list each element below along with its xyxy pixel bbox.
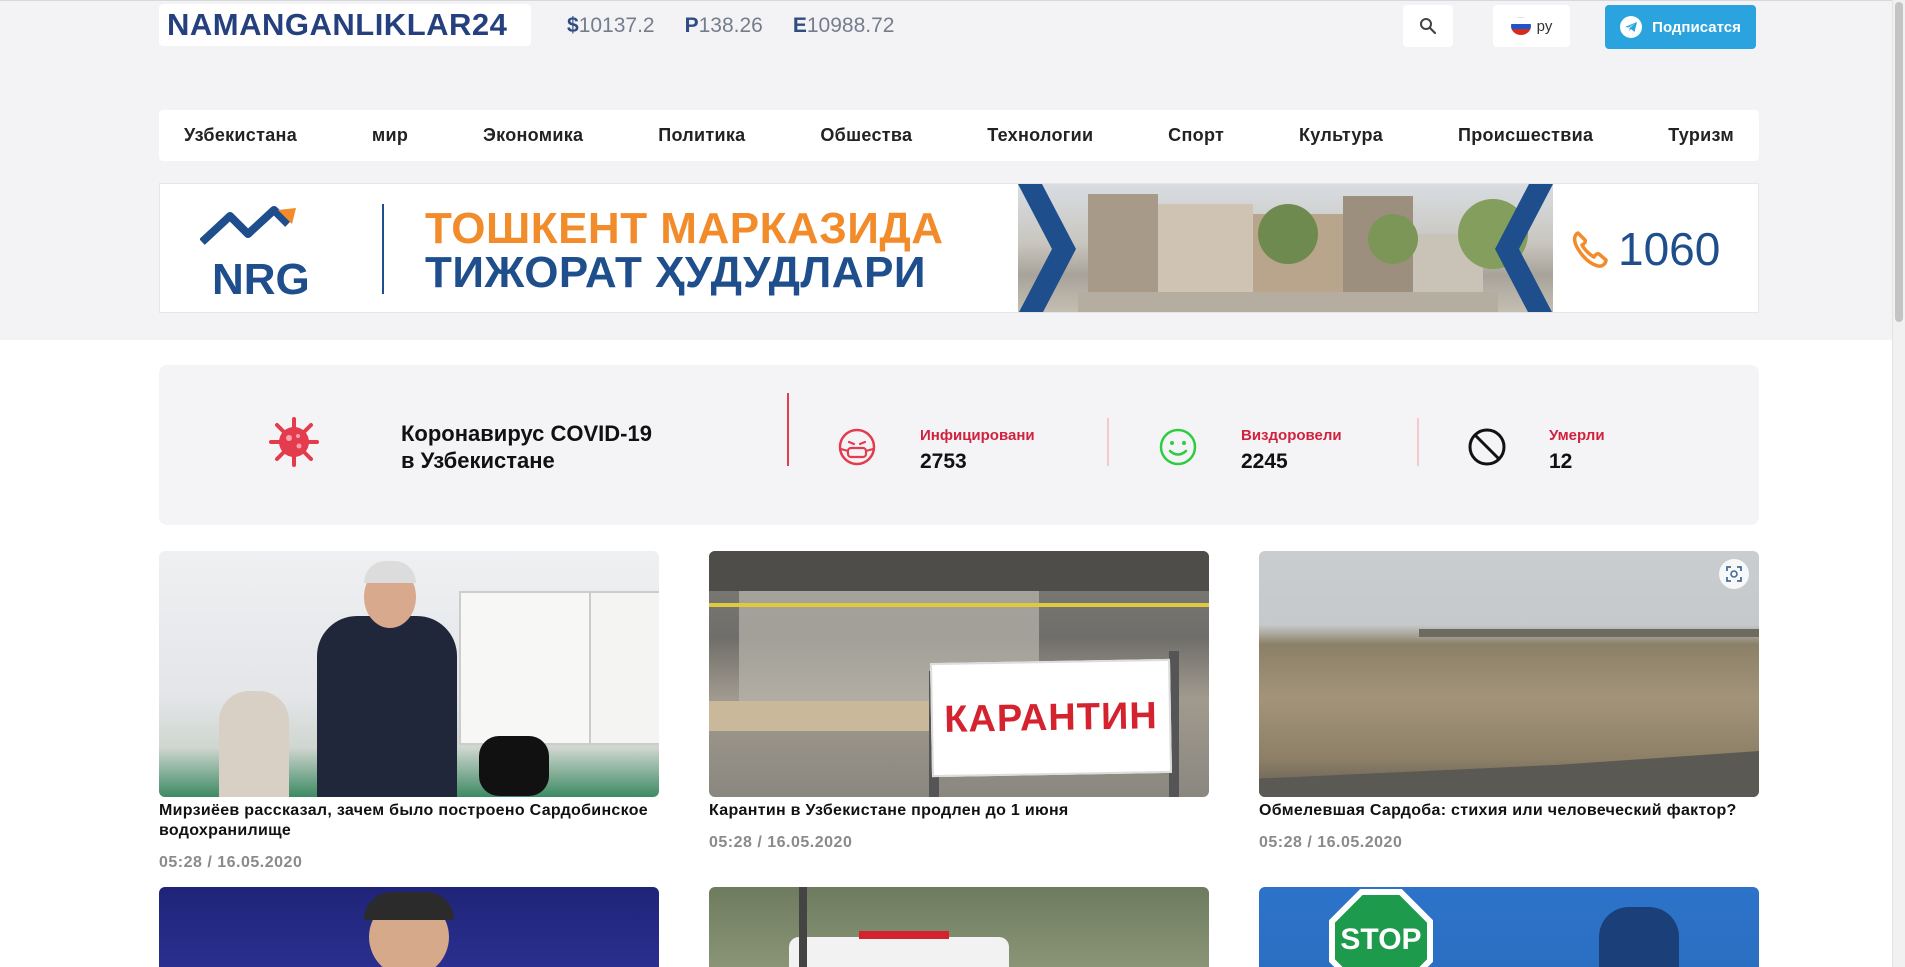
covid-divider: [1107, 418, 1109, 466]
banner-ad[interactable]: NRG ТОШКЕНТ МАРКАЗИДА ТИЖОРАТ ҲУДУДЛАРИ …: [159, 183, 1759, 313]
stat-label: Инфицировани: [920, 427, 1035, 444]
search-button[interactable]: [1403, 5, 1453, 47]
news-title[interactable]: Карантин в Узбекистане продлен до 1 июня: [709, 801, 1209, 821]
nrg-logo: NRG: [200, 206, 310, 299]
scrollbar-thumb[interactable]: [1895, 2, 1903, 322]
nrg-logo-text: NRG: [212, 255, 310, 299]
site-logo-text: NAMANGANLIKLAR24: [167, 7, 508, 42]
banner-chevron-left: [1018, 184, 1076, 312]
stat-value: 12: [1549, 450, 1573, 473]
search-icon: [1420, 18, 1437, 35]
covid-divider: [1417, 418, 1419, 466]
news-card[interactable]: Мирзиёев рассказал, зачем было построено…: [159, 551, 659, 872]
subscribe-label: Подписатся: [1652, 18, 1741, 36]
scrollbar[interactable]: [1892, 0, 1905, 967]
news-date: 05:28 / 16.05.2020: [1259, 834, 1403, 851]
language-switcher[interactable]: ру: [1493, 5, 1570, 47]
rate-rub: P138.26: [685, 14, 763, 38]
language-label: ру: [1536, 17, 1553, 35]
quarantine-sign: КАРАНТИН: [930, 658, 1172, 778]
covid-widget: Коронавирус COVID-19 в Узбекистане Инфиц…: [159, 365, 1759, 525]
rate-value: 10988.72: [806, 14, 895, 37]
news-card[interactable]: КАРАНТИН Карантин в Узбекистане продлен …: [709, 551, 1209, 852]
nav-item-world[interactable]: мир: [372, 125, 408, 146]
banner-chevron-right: [1495, 184, 1553, 312]
rate-symbol: P: [684, 14, 699, 37]
rate-symbol: $: [567, 14, 579, 37]
news-date: 05:28 / 16.05.2020: [709, 834, 853, 851]
quarantine-sign-text: КАРАНТИН: [943, 694, 1159, 741]
site-logo[interactable]: NAMANGANLIKLAR24: [159, 4, 531, 46]
rate-symbol: E: [792, 14, 807, 37]
covid-title: Коронавирус COVID-19 в Узбекистане: [401, 420, 652, 474]
main-navigation: Узбекистана мир Экономика Политика Обшес…: [159, 110, 1759, 161]
banner-phone: 1060: [1570, 222, 1720, 276]
rate-eur: E10988.72: [793, 14, 895, 38]
banner-photo: [1018, 184, 1553, 312]
nav-item-technology[interactable]: Технологии: [987, 125, 1093, 146]
stop-sign-text: STOP: [1340, 923, 1422, 956]
news-card[interactable]: Обмелевшая Сардоба: стихия или человечес…: [1259, 551, 1759, 852]
nav-item-sport[interactable]: Спорт: [1168, 125, 1224, 146]
rate-usd: $10137.2: [567, 14, 655, 38]
nav-item-incidents[interactable]: Происшествиа: [1458, 125, 1593, 146]
nav-item-society[interactable]: Обшества: [820, 125, 912, 146]
covid-title-line1: Коронавирус COVID-19: [401, 421, 652, 446]
news-date: 05:28 / 16.05.2020: [159, 854, 303, 871]
smile-face-icon: [1159, 428, 1197, 466]
news-image[interactable]: КАРАНТИН: [709, 551, 1209, 797]
telegram-icon: [1620, 16, 1643, 38]
banner-headline-1: ТОШКЕНТ МАРКАЗИДА: [425, 204, 944, 253]
news-title[interactable]: Обмелевшая Сардоба: стихия или человечес…: [1259, 801, 1759, 821]
nav-item-economy[interactable]: Экономика: [483, 125, 583, 146]
stat-label: Умерли: [1549, 427, 1605, 444]
banner-phone-number: 1060: [1618, 223, 1721, 275]
news-image[interactable]: STOP: [1259, 887, 1759, 967]
nav-item-tourism[interactable]: Туризм: [1668, 125, 1734, 146]
nav-item-uzbekistan[interactable]: Узбекистана: [184, 125, 297, 146]
zoom-icon[interactable]: [1719, 559, 1749, 589]
stat-value: 2245: [1241, 450, 1288, 473]
news-image[interactable]: [159, 887, 659, 967]
news-image[interactable]: [1259, 551, 1759, 797]
stat-deaths: Умерли 12: [1549, 427, 1605, 474]
nav-item-politics[interactable]: Политика: [658, 125, 745, 146]
stat-infected: Инфицировани 2753: [920, 427, 1035, 474]
subscribe-button[interactable]: Подписатся: [1605, 5, 1756, 49]
news-image[interactable]: [709, 887, 1209, 967]
stat-recovered: Виздоровели 2245: [1241, 427, 1342, 474]
currency-rates: $10137.2 P138.26 E10988.72: [567, 14, 894, 38]
nav-item-culture[interactable]: Культура: [1299, 125, 1383, 146]
stat-value: 2753: [920, 450, 967, 473]
banner-headline-2: ТИЖОРАТ ҲУДУДЛАРИ: [425, 248, 927, 297]
rate-value: 10137.2: [578, 14, 655, 37]
russia-flag-icon: [1510, 17, 1531, 35]
stat-label: Виздоровели: [1241, 427, 1342, 444]
virus-icon: [269, 417, 319, 467]
no-entry-icon: [1468, 428, 1506, 466]
news-title[interactable]: Мирзиёев рассказал, зачем было построено…: [159, 801, 659, 841]
stop-sign: STOP: [1329, 889, 1433, 967]
sick-face-mask-icon: [838, 428, 876, 466]
covid-divider: [787, 393, 789, 466]
rate-value: 138.26: [698, 14, 763, 37]
news-image[interactable]: [159, 551, 659, 797]
banner-divider: [382, 204, 384, 294]
covid-title-line2: в Узбекистане: [401, 448, 555, 473]
phone-icon: [1572, 231, 1608, 268]
